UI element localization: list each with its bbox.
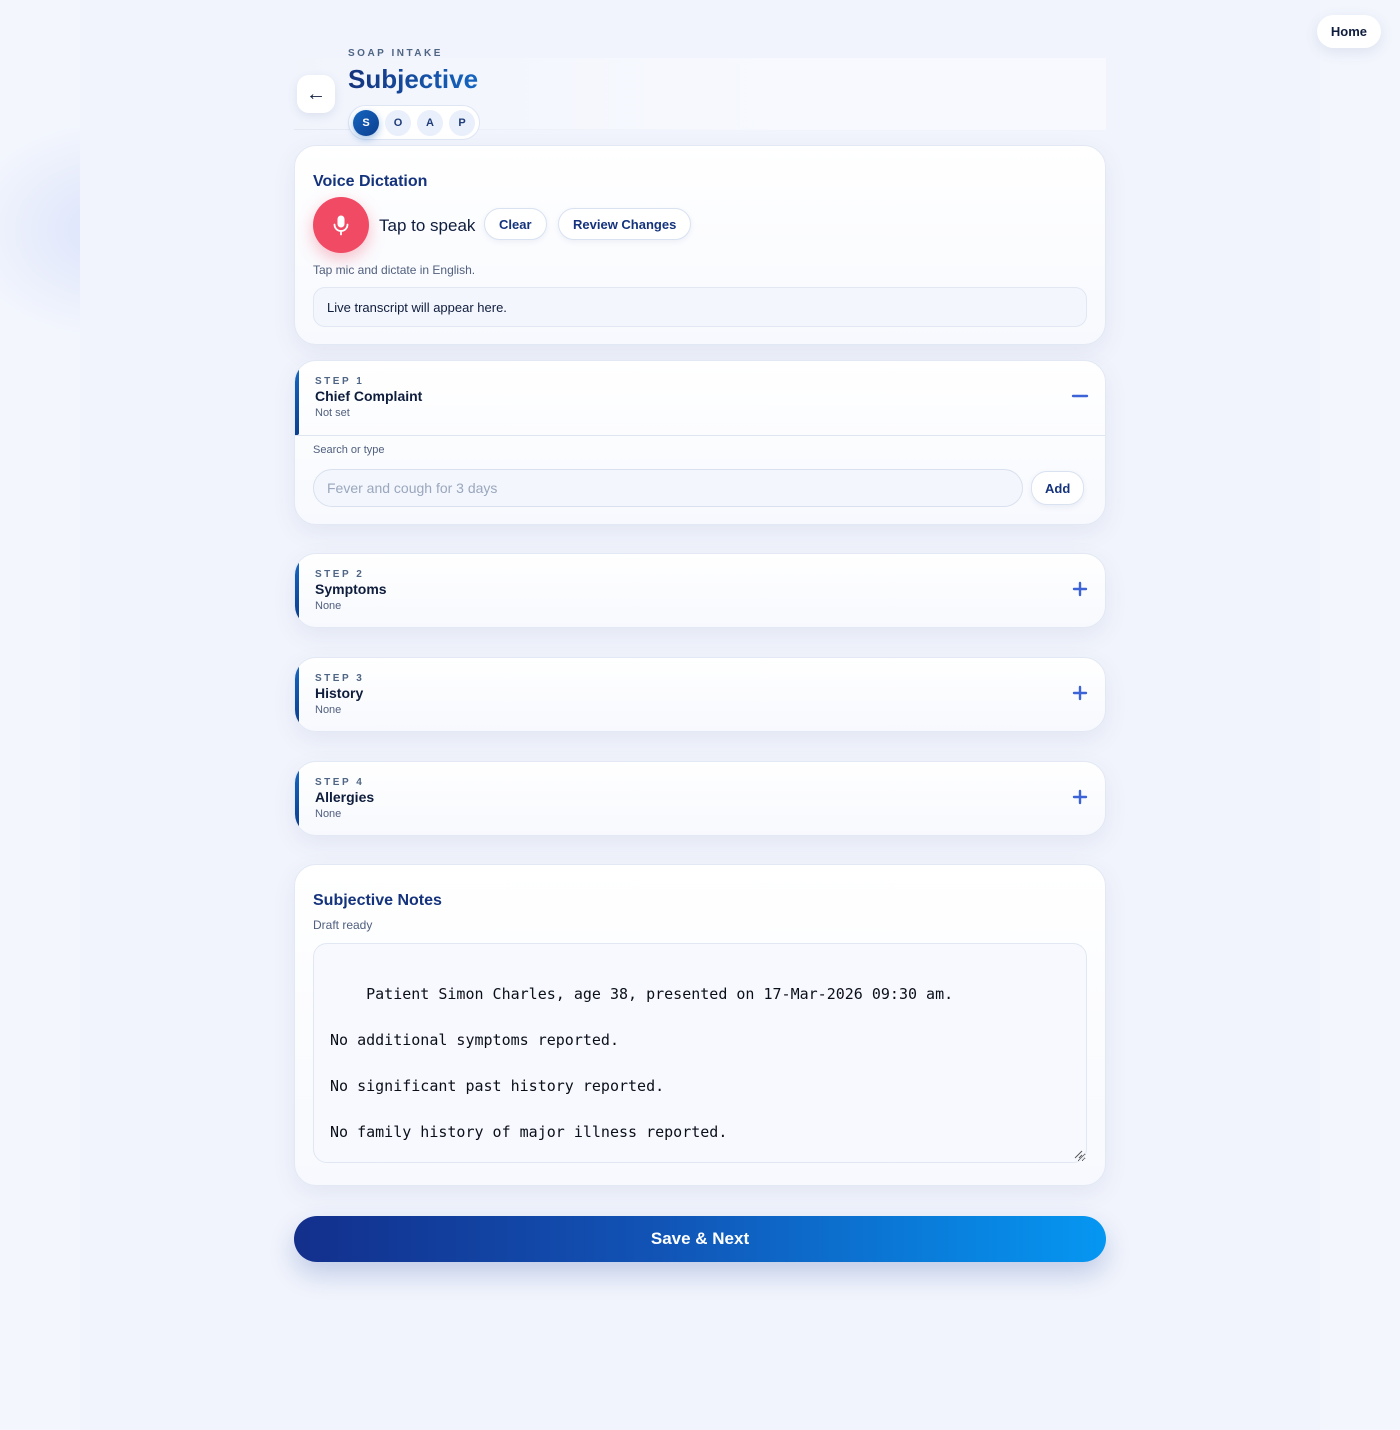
- notes-text: Patient Simon Charles, age 38, presented…: [330, 985, 954, 1141]
- mic-button[interactable]: [313, 197, 369, 253]
- save-next-button[interactable]: Save & Next: [294, 1216, 1106, 1262]
- step-2-header[interactable]: STEP 2 Symptoms None: [295, 554, 1105, 627]
- step-4-header[interactable]: STEP 4 Allergies None: [295, 762, 1105, 835]
- step-kicker: STEP 4: [315, 777, 365, 788]
- step-status: None: [315, 808, 342, 820]
- tap-to-speak-label: Tap to speak: [379, 216, 476, 235]
- step-divider: [295, 435, 1105, 436]
- soap-step-p[interactable]: P: [449, 109, 475, 136]
- live-transcript: Live transcript will appear here.: [313, 287, 1087, 327]
- step-title: Allergies: [315, 789, 375, 805]
- voice-dictation-title: Voice Dictation: [313, 173, 428, 190]
- voice-dictation-card: Voice Dictation Tap to speak Clear Revie…: [294, 145, 1106, 345]
- soap-step-o[interactable]: O: [385, 109, 411, 136]
- back-button[interactable]: ←: [297, 75, 335, 113]
- step-history: STEP 3 History None: [294, 657, 1106, 732]
- step-symptoms: STEP 2 Symptoms None: [294, 553, 1106, 628]
- step-status: None: [315, 600, 342, 612]
- plus-icon[interactable]: [1071, 684, 1089, 702]
- step-chief-complaint: STEP 1 Chief Complaint Not set Search or…: [294, 360, 1106, 525]
- search-label: Search or type: [313, 444, 385, 456]
- step-allergies: STEP 4 Allergies None: [294, 761, 1106, 836]
- arrow-left-icon: ←: [306, 82, 326, 105]
- add-button[interactable]: Add: [1031, 471, 1085, 505]
- page-header: ← SOAP INTAKE Subjective S O A P: [294, 40, 1106, 140]
- page-title: Subjective: [348, 64, 479, 94]
- notes-status: Draft ready: [313, 918, 373, 932]
- home-button[interactable]: Home: [1316, 15, 1381, 48]
- notes-textarea[interactable]: Patient Simon Charles, age 38, presented…: [313, 943, 1087, 1163]
- review-changes-button[interactable]: Review Changes: [558, 208, 692, 240]
- step-status: None: [315, 704, 342, 716]
- step-title: Chief Complaint: [315, 388, 423, 404]
- step-kicker: STEP 1: [315, 376, 365, 387]
- section-eyebrow: SOAP INTAKE: [348, 48, 443, 59]
- soap-step-s[interactable]: S: [353, 109, 379, 136]
- soap-step-nav: S O A P: [348, 105, 480, 140]
- chief-complaint-input[interactable]: [313, 469, 1023, 507]
- step-kicker: STEP 2: [315, 569, 365, 580]
- step-1-header[interactable]: STEP 1 Chief Complaint Not set: [295, 361, 1105, 435]
- notes-title: Subjective Notes: [313, 892, 442, 909]
- microphone-icon: [333, 215, 349, 236]
- step-status: Not set: [315, 407, 350, 419]
- clear-button[interactable]: Clear: [484, 208, 547, 240]
- plus-icon[interactable]: [1071, 580, 1089, 598]
- step-kicker: STEP 3: [315, 673, 365, 684]
- subjective-notes-card: Subjective Notes Draft ready Patient Sim…: [294, 864, 1106, 1186]
- plus-icon[interactable]: [1071, 788, 1089, 806]
- step-3-header[interactable]: STEP 3 History None: [295, 658, 1105, 731]
- step-title: History: [315, 685, 364, 701]
- step-title: Symptoms: [315, 581, 387, 597]
- resize-grip-icon[interactable]: [1074, 1150, 1083, 1159]
- minus-icon[interactable]: [1071, 387, 1089, 405]
- dictation-hint: Tap mic and dictate in English.: [313, 263, 476, 277]
- soap-step-a[interactable]: A: [417, 109, 443, 136]
